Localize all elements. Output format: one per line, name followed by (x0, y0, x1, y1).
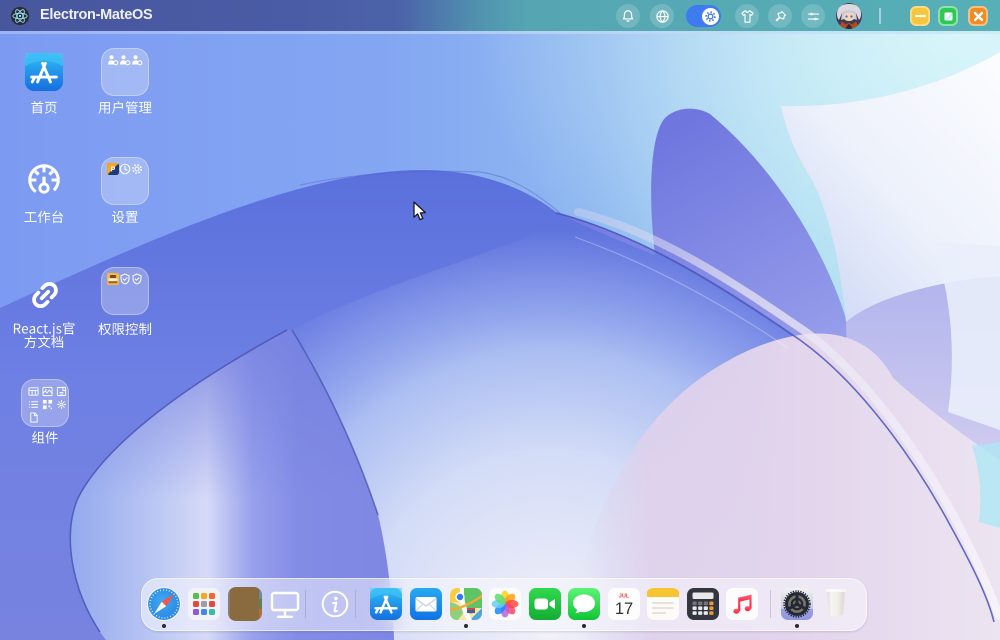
svg-text:P: P (111, 167, 116, 174)
svg-text:JUL: JUL (619, 594, 630, 600)
svg-text:17: 17 (615, 600, 633, 618)
